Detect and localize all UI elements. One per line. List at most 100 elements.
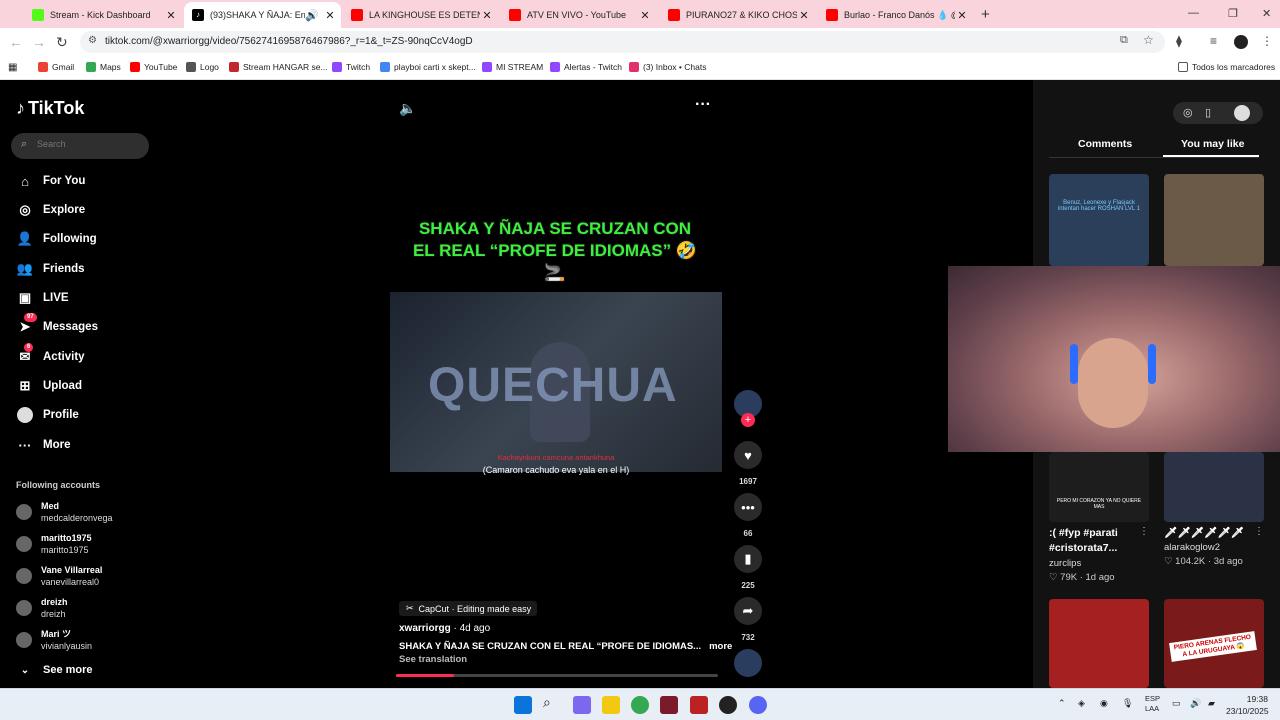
nav-upload[interactable]: ⊞ Upload (16, 376, 82, 396)
extensions-icon[interactable]: ⧫ (1176, 34, 1182, 48)
see-more-button[interactable]: ⌄ See more (16, 660, 93, 680)
nav-profile[interactable]: Profile (16, 405, 79, 425)
close-tab-icon[interactable]: ✕ (164, 9, 178, 22)
address-bar[interactable]: ⚙ tiktok.com/@xwarriorgg/video/756274169… (80, 31, 1165, 53)
card-user[interactable]: zurclips (1049, 558, 1081, 569)
more-options-icon[interactable]: ··· (695, 96, 711, 114)
following-account[interactable]: Mari ツ vivianlyausin (16, 627, 92, 653)
video-thumbnail[interactable]: PERO MI CORAZON YA NO QUIERE MAS (1049, 452, 1149, 522)
card-user[interactable]: alarakoglow2 (1164, 542, 1220, 553)
search-icon[interactable]: ⌕ (543, 694, 561, 712)
nav-activity[interactable]: ✉ 6 Activity (16, 343, 85, 367)
close-tab-icon[interactable]: ✕ (323, 9, 337, 22)
browser-tab-youtube-3[interactable]: PIURANO27 & KIKO CHOSICA ✕ (660, 2, 815, 28)
obs-icon[interactable] (719, 696, 737, 714)
minimize-icon[interactable]: — (1188, 7, 1199, 19)
clock[interactable]: 19:38 23/10/2025 (1226, 693, 1269, 717)
all-bookmarks[interactable]: Todos los marcadores (1178, 62, 1275, 72)
bookmark-star-icon[interactable]: ☆ (1143, 33, 1154, 47)
search-box[interactable]: ⌕ (11, 133, 149, 159)
bookmark-mi-stream[interactable]: MI STREAM (482, 62, 543, 72)
capcut-anchor[interactable]: ✂ CapCut · Editing made easy (399, 601, 538, 616)
video-progress-bar[interactable] (396, 674, 718, 677)
apps-icon[interactable]: ▦ (8, 62, 17, 73)
nav-friends[interactable]: 👥 Friends (16, 259, 85, 279)
bookmark-gmail[interactable]: Gmail (38, 62, 74, 72)
media-control-icon[interactable]: ≡ (1210, 34, 1217, 48)
tab-comments[interactable]: Comments (1078, 138, 1132, 150)
bookmark-playboi-carti[interactable]: playboi carti x skept... (380, 62, 476, 72)
microphone-icon[interactable]: 🎙 (1122, 698, 1133, 709)
back-icon[interactable]: ← (9, 34, 23, 50)
reload-icon[interactable]: ↻ (56, 34, 68, 51)
author-avatar-button[interactable]: + (733, 390, 763, 427)
close-tab-icon[interactable]: ✕ (480, 9, 494, 22)
video-thumbnail[interactable] (1164, 452, 1264, 522)
search-input[interactable] (37, 139, 137, 149)
bookmark-youtube[interactable]: YouTube (130, 62, 177, 72)
video-thumbnail[interactable]: PIERO ARENAS FLECHO A LA URUGUAYA 😱 (1164, 599, 1264, 688)
bookmark-alertas-twitch[interactable]: Alertas - Twitch (550, 62, 622, 72)
video-thumbnail[interactable] (1164, 174, 1264, 266)
tray-app-icon[interactable]: ◉ (1100, 698, 1108, 709)
share-button[interactable]: ➦ 732 (733, 597, 763, 642)
start-icon[interactable] (514, 696, 532, 714)
video-thumbnail[interactable] (1049, 599, 1149, 688)
nav-more[interactable]: ··· More (16, 435, 71, 455)
app-icon[interactable] (660, 696, 678, 714)
nav-following[interactable]: 👤 Following (16, 229, 97, 249)
copilot-icon[interactable] (573, 696, 591, 714)
battery-icon[interactable]: ▰ (1208, 698, 1215, 709)
close-tab-icon[interactable]: ✕ (955, 9, 969, 22)
close-tab-icon[interactable]: ✕ (638, 9, 652, 22)
nav-explore[interactable]: ◎ Explore (16, 200, 85, 220)
menu-icon[interactable]: ⋮ (1261, 34, 1273, 48)
comment-button[interactable]: ••• 66 (733, 493, 763, 538)
bookmark-instagram-inbox[interactable]: (3) Inbox • Chats (629, 62, 706, 72)
avatar[interactable] (1234, 105, 1250, 121)
language-indicator[interactable]: ESP LAA (1145, 694, 1160, 714)
app-icon[interactable] (690, 696, 708, 714)
close-tab-icon[interactable]: ✕ (797, 9, 811, 22)
close-window-icon[interactable]: ✕ (1262, 7, 1271, 20)
file-explorer-icon[interactable] (602, 696, 620, 714)
card-title[interactable]: :( #fyp #parati #cristorata7... (1049, 526, 1145, 556)
following-account[interactable]: maritto1975 maritto1975 (16, 531, 92, 557)
bookmark-twitch[interactable]: Twitch (332, 62, 370, 72)
following-account[interactable]: Med medcalderonvega (16, 499, 113, 525)
network-icon[interactable]: ▭ (1172, 698, 1181, 709)
browser-tab-tiktok[interactable]: ♪ (93)SHAKA Y ÑAJA: Encuentro 🔊 ✕ (184, 2, 341, 28)
bookmark-stream-hangar[interactable]: Stream HANGAR se... (229, 62, 328, 72)
following-account[interactable]: Vane Villarreal vanevillarreal0 (16, 563, 102, 589)
bookmark-logo[interactable]: Logo (186, 62, 219, 72)
browser-tab-youtube-1[interactable]: LA KINGHOUSE ES DETENIDA E ✕ (343, 2, 498, 28)
site-info-icon[interactable]: ⚙ (88, 35, 97, 46)
card-title[interactable]: 🗡🗡🗡🗡🗡🗡 (1164, 526, 1260, 541)
nav-messages[interactable]: ➤ 97 Messages (16, 313, 98, 337)
follow-plus-icon[interactable]: + (741, 413, 755, 427)
maximize-icon[interactable]: ❐ (1228, 7, 1238, 20)
following-account[interactable]: dreizh dreizh (16, 595, 68, 621)
browser-tab-youtube-2[interactable]: ATV EN VIVO - YouTube ✕ (501, 2, 656, 28)
sound-avatar-button[interactable] (733, 649, 763, 677)
new-tab-button[interactable]: + (981, 6, 990, 23)
chrome-icon[interactable] (631, 696, 649, 714)
see-translation-link[interactable]: See translation (399, 654, 467, 665)
bookmark-maps[interactable]: Maps (86, 62, 121, 72)
profile-avatar[interactable] (1234, 35, 1248, 49)
more-link[interactable]: more (709, 641, 732, 652)
nav-for-you[interactable]: ⌂ For You (16, 171, 85, 191)
browser-tab-kick[interactable]: Stream - Kick Dashboard ✕ (24, 2, 182, 28)
save-button[interactable]: ▮ 225 (733, 545, 763, 590)
tab-you-may-like[interactable]: You may like (1181, 138, 1244, 150)
nav-live[interactable]: ▣ LIVE (16, 288, 69, 308)
volume-icon[interactable]: 🔊 (1190, 698, 1201, 709)
volume-icon[interactable]: 🔈 (399, 100, 416, 117)
compass-small-icon[interactable]: ◎ (1183, 106, 1193, 119)
tiktok-logo[interactable]: ♪ TikTok (16, 98, 84, 119)
forward-icon[interactable]: → (32, 34, 46, 50)
install-app-icon[interactable]: ⧉ (1120, 34, 1128, 47)
card-menu-icon[interactable]: ⋮ (1139, 526, 1149, 537)
browser-tab-youtube-4[interactable]: Burlao - Franco Danós 💧 @No ✕ (818, 2, 973, 28)
discord-icon[interactable] (749, 696, 767, 714)
